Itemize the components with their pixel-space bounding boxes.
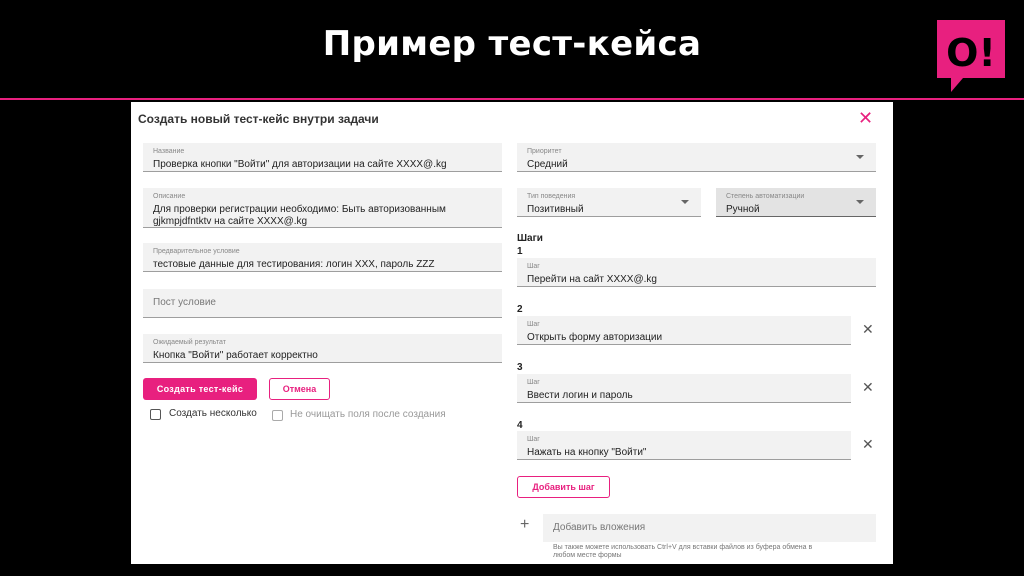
slide: Пример тест-кейса О! Создать новый тест-…	[0, 0, 1024, 576]
expected-result-value: Кнопка "Войти" работает корректно	[153, 350, 318, 361]
step-value: Открыть форму авторизации	[527, 332, 663, 343]
postcondition-placeholder: Пост условие	[153, 297, 216, 308]
step-label: Шаг	[527, 379, 540, 386]
step-number: 1	[517, 246, 523, 257]
cancel-button[interactable]: Отмена	[269, 378, 330, 400]
priority-value: Средний	[527, 159, 568, 170]
precondition-value: тестовые данные для тестирования: логин …	[153, 259, 435, 270]
create-multiple-checkbox[interactable]	[150, 409, 161, 420]
chevron-down-icon	[856, 155, 864, 159]
automation-value: Ручной	[726, 204, 760, 215]
attachments-hint-line-1: Вы также можете использовать Ctrl+V для …	[553, 544, 813, 551]
step-value: Перейти на сайт XXXX@.kg	[527, 274, 657, 285]
plus-icon[interactable]: +	[520, 516, 529, 534]
attachments-hint: Вы также можете использовать Ctrl+V для …	[553, 544, 873, 560]
description-line-2: gjkmpjdfntktv на сайте XXXX@.kg	[153, 216, 308, 227]
brand-logo: О!	[937, 20, 1005, 92]
slide-title: Пример тест-кейса	[322, 24, 702, 64]
create-multiple-label: Создать несколько	[169, 408, 257, 419]
delete-step-icon[interactable]: ✕	[862, 436, 874, 453]
attachments-hint-line-2: любом месте формы	[553, 552, 622, 559]
step-number: 2	[517, 304, 523, 315]
dialog-title: Создать новый тест-кейс внутри задачи	[138, 112, 379, 126]
chevron-down-icon	[856, 200, 864, 204]
step-field[interactable]: Шаг Ввести логин и пароль	[517, 374, 851, 403]
svg-text:О!: О!	[946, 31, 996, 75]
step-field[interactable]: Шаг Нажать на кнопку "Войти"	[517, 431, 851, 460]
close-icon[interactable]: ✕	[858, 108, 873, 129]
expected-result-field[interactable]: Ожидаемый результат Кнопка "Войти" работ…	[143, 334, 502, 363]
behavior-select[interactable]: Тип поведения Позитивный	[517, 188, 701, 217]
step-field[interactable]: Шаг Перейти на сайт XXXX@.kg	[517, 258, 876, 287]
step-value: Ввести логин и пароль	[527, 390, 633, 401]
attachments-field[interactable]: Добавить вложения	[543, 514, 876, 542]
step-label: Шаг	[527, 436, 540, 443]
precondition-field[interactable]: Предварительное условие тестовые данные …	[143, 243, 502, 272]
step-number: 4	[517, 420, 523, 431]
create-test-case-button[interactable]: Создать тест-кейс	[143, 378, 257, 400]
name-value: Проверка кнопки "Войти" для авторизации …	[153, 159, 447, 170]
automation-select[interactable]: Степень автоматизации Ручной	[716, 188, 876, 217]
expected-result-label: Ожидаемый результат	[153, 339, 226, 346]
description-field[interactable]: Описание Для проверки регистрации необхо…	[143, 188, 502, 228]
automation-label: Степень автоматизации	[726, 193, 805, 200]
create-test-case-dialog: Создать новый тест-кейс внутри задачи ✕ …	[131, 102, 893, 564]
step-value: Нажать на кнопку "Войти"	[527, 447, 647, 458]
description-label: Описание	[153, 193, 186, 200]
chevron-down-icon	[681, 200, 689, 204]
steps-title: Шаги	[517, 233, 543, 244]
step-label: Шаг	[527, 263, 540, 270]
delete-step-icon[interactable]: ✕	[862, 379, 874, 396]
behavior-value: Позитивный	[527, 204, 584, 215]
attachments-placeholder: Добавить вложения	[553, 522, 646, 533]
keep-fields-checkbox[interactable]	[272, 410, 283, 421]
step-number: 3	[517, 362, 523, 373]
keep-fields-label: Не очищать поля после создания	[290, 409, 446, 420]
behavior-label: Тип поведения	[527, 193, 576, 200]
divider-line	[0, 98, 1024, 100]
delete-step-icon[interactable]: ✕	[862, 321, 874, 338]
name-label: Название	[153, 148, 185, 155]
precondition-label: Предварительное условие	[153, 248, 240, 255]
postcondition-field[interactable]: Пост условие	[143, 289, 502, 318]
step-field[interactable]: Шаг Открыть форму авторизации	[517, 316, 851, 345]
priority-select[interactable]: Приоритет Средний	[517, 143, 876, 172]
name-field[interactable]: Название Проверка кнопки "Войти" для авт…	[143, 143, 502, 172]
step-label: Шаг	[527, 321, 540, 328]
priority-label: Приоритет	[527, 148, 562, 155]
add-step-button[interactable]: Добавить шаг	[517, 476, 610, 498]
